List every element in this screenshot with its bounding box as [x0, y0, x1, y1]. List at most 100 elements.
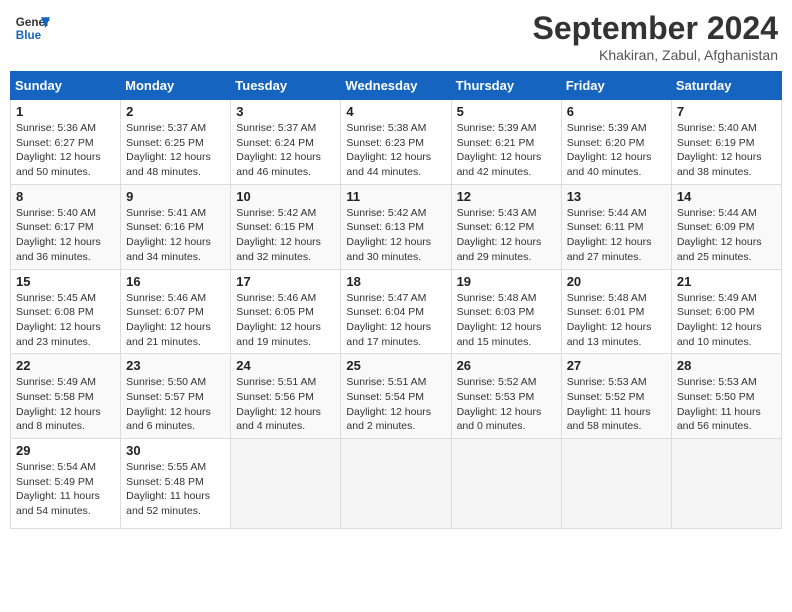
- day-info: Sunrise: 5:42 AMSunset: 6:15 PMDaylight:…: [236, 207, 321, 263]
- day-info: Sunrise: 5:48 AMSunset: 6:03 PMDaylight:…: [457, 292, 542, 348]
- day-info: Sunrise: 5:49 AMSunset: 5:58 PMDaylight:…: [16, 376, 101, 432]
- calendar-cell: 4 Sunrise: 5:38 AMSunset: 6:23 PMDayligh…: [341, 100, 451, 185]
- calendar-cell: 10 Sunrise: 5:42 AMSunset: 6:15 PMDaylig…: [231, 184, 341, 269]
- day-number: 18: [346, 274, 445, 289]
- calendar-cell: 21 Sunrise: 5:49 AMSunset: 6:00 PMDaylig…: [671, 269, 781, 354]
- day-info: Sunrise: 5:52 AMSunset: 5:53 PMDaylight:…: [457, 376, 542, 432]
- day-number: 16: [126, 274, 225, 289]
- day-info: Sunrise: 5:42 AMSunset: 6:13 PMDaylight:…: [346, 207, 431, 263]
- day-number: 6: [567, 104, 666, 119]
- day-info: Sunrise: 5:51 AMSunset: 5:54 PMDaylight:…: [346, 376, 431, 432]
- calendar-cell: 29 Sunrise: 5:54 AMSunset: 5:49 PMDaylig…: [11, 439, 121, 529]
- calendar-cell: [341, 439, 451, 529]
- day-info: Sunrise: 5:38 AMSunset: 6:23 PMDaylight:…: [346, 122, 431, 178]
- calendar-cell: 23 Sunrise: 5:50 AMSunset: 5:57 PMDaylig…: [121, 354, 231, 439]
- calendar-cell: 3 Sunrise: 5:37 AMSunset: 6:24 PMDayligh…: [231, 100, 341, 185]
- calendar-cell: 17 Sunrise: 5:46 AMSunset: 6:05 PMDaylig…: [231, 269, 341, 354]
- day-info: Sunrise: 5:46 AMSunset: 6:07 PMDaylight:…: [126, 292, 211, 348]
- calendar-cell: 5 Sunrise: 5:39 AMSunset: 6:21 PMDayligh…: [451, 100, 561, 185]
- calendar-cell: 26 Sunrise: 5:52 AMSunset: 5:53 PMDaylig…: [451, 354, 561, 439]
- day-info: Sunrise: 5:37 AMSunset: 6:24 PMDaylight:…: [236, 122, 321, 178]
- day-info: Sunrise: 5:39 AMSunset: 6:21 PMDaylight:…: [457, 122, 542, 178]
- header-sunday: Sunday: [11, 72, 121, 100]
- day-number: 11: [346, 189, 445, 204]
- calendar-cell: 16 Sunrise: 5:46 AMSunset: 6:07 PMDaylig…: [121, 269, 231, 354]
- day-number: 29: [16, 443, 115, 458]
- calendar-cell: 13 Sunrise: 5:44 AMSunset: 6:11 PMDaylig…: [561, 184, 671, 269]
- day-info: Sunrise: 5:44 AMSunset: 6:11 PMDaylight:…: [567, 207, 652, 263]
- day-number: 30: [126, 443, 225, 458]
- calendar-row-1: 8 Sunrise: 5:40 AMSunset: 6:17 PMDayligh…: [11, 184, 782, 269]
- day-number: 17: [236, 274, 335, 289]
- day-number: 14: [677, 189, 776, 204]
- day-info: Sunrise: 5:39 AMSunset: 6:20 PMDaylight:…: [567, 122, 652, 178]
- day-number: 26: [457, 358, 556, 373]
- calendar-cell: [231, 439, 341, 529]
- calendar-cell: 9 Sunrise: 5:41 AMSunset: 6:16 PMDayligh…: [121, 184, 231, 269]
- svg-text:Blue: Blue: [16, 29, 42, 42]
- day-info: Sunrise: 5:43 AMSunset: 6:12 PMDaylight:…: [457, 207, 542, 263]
- day-info: Sunrise: 5:37 AMSunset: 6:25 PMDaylight:…: [126, 122, 211, 178]
- day-number: 28: [677, 358, 776, 373]
- calendar-cell: 24 Sunrise: 5:51 AMSunset: 5:56 PMDaylig…: [231, 354, 341, 439]
- day-info: Sunrise: 5:50 AMSunset: 5:57 PMDaylight:…: [126, 376, 211, 432]
- day-number: 7: [677, 104, 776, 119]
- header-thursday: Thursday: [451, 72, 561, 100]
- day-info: Sunrise: 5:44 AMSunset: 6:09 PMDaylight:…: [677, 207, 762, 263]
- calendar-cell: 27 Sunrise: 5:53 AMSunset: 5:52 PMDaylig…: [561, 354, 671, 439]
- day-number: 24: [236, 358, 335, 373]
- calendar-cell: 1 Sunrise: 5:36 AMSunset: 6:27 PMDayligh…: [11, 100, 121, 185]
- day-info: Sunrise: 5:53 AMSunset: 5:52 PMDaylight:…: [567, 376, 651, 432]
- calendar-cell: 28 Sunrise: 5:53 AMSunset: 5:50 PMDaylig…: [671, 354, 781, 439]
- day-number: 10: [236, 189, 335, 204]
- calendar-row-2: 15 Sunrise: 5:45 AMSunset: 6:08 PMDaylig…: [11, 269, 782, 354]
- header-tuesday: Tuesday: [231, 72, 341, 100]
- calendar-cell: 20 Sunrise: 5:48 AMSunset: 6:01 PMDaylig…: [561, 269, 671, 354]
- calendar-cell: 25 Sunrise: 5:51 AMSunset: 5:54 PMDaylig…: [341, 354, 451, 439]
- day-number: 13: [567, 189, 666, 204]
- calendar-row-4: 29 Sunrise: 5:54 AMSunset: 5:49 PMDaylig…: [11, 439, 782, 529]
- day-number: 8: [16, 189, 115, 204]
- calendar-cell: 19 Sunrise: 5:48 AMSunset: 6:03 PMDaylig…: [451, 269, 561, 354]
- header-wednesday: Wednesday: [341, 72, 451, 100]
- day-number: 21: [677, 274, 776, 289]
- day-number: 3: [236, 104, 335, 119]
- calendar-cell: 11 Sunrise: 5:42 AMSunset: 6:13 PMDaylig…: [341, 184, 451, 269]
- day-number: 23: [126, 358, 225, 373]
- calendar-cell: 15 Sunrise: 5:45 AMSunset: 6:08 PMDaylig…: [11, 269, 121, 354]
- day-info: Sunrise: 5:36 AMSunset: 6:27 PMDaylight:…: [16, 122, 101, 178]
- calendar-cell: 30 Sunrise: 5:55 AMSunset: 5:48 PMDaylig…: [121, 439, 231, 529]
- calendar-cell: [561, 439, 671, 529]
- calendar-cell: [671, 439, 781, 529]
- month-title: September 2024: [533, 10, 778, 47]
- day-number: 9: [126, 189, 225, 204]
- subtitle: Khakiran, Zabul, Afghanistan: [533, 47, 778, 63]
- day-number: 20: [567, 274, 666, 289]
- calendar-table: Sunday Monday Tuesday Wednesday Thursday…: [10, 71, 782, 529]
- day-number: 27: [567, 358, 666, 373]
- day-info: Sunrise: 5:49 AMSunset: 6:00 PMDaylight:…: [677, 292, 762, 348]
- logo: General Blue: [14, 10, 50, 46]
- day-info: Sunrise: 5:47 AMSunset: 6:04 PMDaylight:…: [346, 292, 431, 348]
- calendar-cell: 12 Sunrise: 5:43 AMSunset: 6:12 PMDaylig…: [451, 184, 561, 269]
- day-number: 12: [457, 189, 556, 204]
- calendar-row-0: 1 Sunrise: 5:36 AMSunset: 6:27 PMDayligh…: [11, 100, 782, 185]
- header-row: Sunday Monday Tuesday Wednesday Thursday…: [11, 72, 782, 100]
- day-number: 25: [346, 358, 445, 373]
- calendar-cell: 18 Sunrise: 5:47 AMSunset: 6:04 PMDaylig…: [341, 269, 451, 354]
- day-info: Sunrise: 5:48 AMSunset: 6:01 PMDaylight:…: [567, 292, 652, 348]
- day-info: Sunrise: 5:46 AMSunset: 6:05 PMDaylight:…: [236, 292, 321, 348]
- day-info: Sunrise: 5:41 AMSunset: 6:16 PMDaylight:…: [126, 207, 211, 263]
- calendar-cell: 7 Sunrise: 5:40 AMSunset: 6:19 PMDayligh…: [671, 100, 781, 185]
- day-number: 2: [126, 104, 225, 119]
- header-friday: Friday: [561, 72, 671, 100]
- day-number: 1: [16, 104, 115, 119]
- day-number: 19: [457, 274, 556, 289]
- calendar-cell: 14 Sunrise: 5:44 AMSunset: 6:09 PMDaylig…: [671, 184, 781, 269]
- logo-icon: General Blue: [14, 10, 50, 46]
- day-info: Sunrise: 5:40 AMSunset: 6:17 PMDaylight:…: [16, 207, 101, 263]
- day-number: 15: [16, 274, 115, 289]
- header-saturday: Saturday: [671, 72, 781, 100]
- calendar-cell: [451, 439, 561, 529]
- calendar-cell: 8 Sunrise: 5:40 AMSunset: 6:17 PMDayligh…: [11, 184, 121, 269]
